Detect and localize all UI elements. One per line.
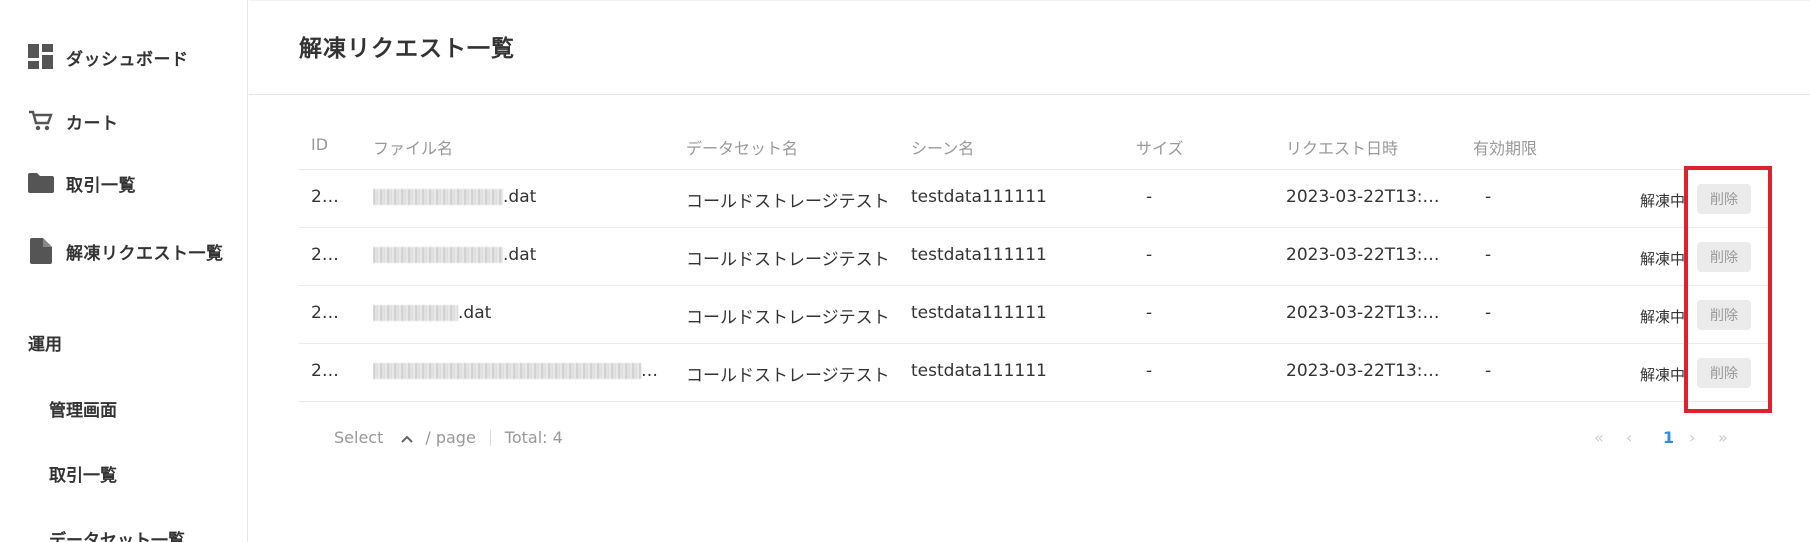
delete-button[interactable]: 削除 [1697,242,1751,272]
sidebar-item-dashboard[interactable]: ダッシュボード [28,42,189,72]
cell-filename: .dat [373,187,536,207]
cell-filename: … [373,361,658,381]
page-title: 解凍リクエスト一覧 [299,36,515,62]
cell-requested-at: 2023-03-22T13:… [1286,303,1440,323]
cell-dataset: コールドストレージテスト [686,366,890,386]
status-badge: 解凍中 [1640,308,1686,326]
sidebar-subitem-transactions[interactable]: 取引一覧 [49,461,117,486]
cell-size: - [1146,361,1153,381]
filename-suffix: .dat [503,187,537,207]
cell-scene: testdata111111 [911,361,1047,381]
page-header: 解凍リクエスト一覧 [249,0,1810,95]
sidebar-item-label: 解凍リクエスト一覧 [66,243,224,264]
sidebar-subitem-datasets[interactable]: データセット一覧 [49,526,185,542]
redacted-filename [373,247,503,263]
chevron-up-icon [401,428,414,447]
cell-filename: .dat [373,245,536,265]
column-header-filename[interactable]: ファイル名 [373,135,453,159]
cell-size: - [1146,187,1153,207]
sidebar-item-cart[interactable]: カート [28,106,119,136]
filename-suffix: .dat [458,303,492,323]
cell-scene: testdata111111 [911,303,1047,323]
requests-table: ID ファイル名 データセット名 シーン名 サイズ リクエスト日時 有効期限 2… [299,125,1769,402]
cell-scene: testdata111111 [911,187,1047,207]
filename-suffix: .dat [503,245,537,265]
column-header-id[interactable]: ID [311,135,328,154]
cell-dataset: コールドストレージテスト [686,192,890,212]
sidebar-item-label: カート [66,113,119,134]
cell-id: 2… [311,303,339,323]
current-page[interactable]: 1 [1663,428,1674,447]
sidebar-section-title: 運用 [28,335,62,355]
status-badge: 解凍中 [1640,192,1686,210]
status-badge: 解凍中 [1640,366,1686,384]
cell-requested-at: 2023-03-22T13:… [1286,187,1440,207]
cell-expiry: - [1485,187,1492,207]
column-header-size[interactable]: サイズ [1136,135,1184,159]
sidebar-item-unfreeze-requests[interactable]: 解凍リクエスト一覧 [28,236,224,266]
cell-size: - [1146,303,1153,323]
column-header-requested-at[interactable]: リクエスト日時 [1286,135,1398,159]
delete-button[interactable]: 削除 [1697,300,1751,330]
total-count: Total: 4 [504,428,563,447]
delete-button[interactable]: 削除 [1697,358,1751,388]
sidebar-item-label: 取引一覧 [66,175,136,196]
redacted-filename [373,363,641,379]
cell-scene: testdata111111 [911,245,1047,265]
document-icon [28,238,54,264]
prev-page-icon[interactable]: ‹ [1626,428,1632,447]
column-header-dataset[interactable]: データセット名 [686,135,798,159]
cell-expiry: - [1485,361,1492,381]
main-content: 解凍リクエスト一覧 ID ファイル名 データセット名 シーン名 サイズ リクエス… [249,0,1810,542]
table-header: ID ファイル名 データセット名 シーン名 サイズ リクエスト日時 有効期限 [299,125,1769,170]
cell-requested-at: 2023-03-22T13:… [1286,245,1440,265]
folder-icon [28,170,54,196]
redacted-filename [373,189,503,205]
table-row: 2… … コールドストレージテスト testdata111111 - 2023-… [299,344,1769,402]
cart-icon [28,108,54,134]
sidebar-subitem-admin[interactable]: 管理画面 [49,396,117,421]
cell-id: 2… [311,187,339,207]
pagination-divider [489,429,491,446]
cell-expiry: - [1485,245,1492,265]
next-page-icon[interactable]: › [1689,428,1695,447]
dashboard-icon [28,44,54,70]
cell-id: 2… [311,245,339,265]
table-row: 2… .dat コールドストレージテスト testdata111111 - 20… [299,286,1769,344]
last-page-icon[interactable]: » [1718,428,1728,447]
cell-size: - [1146,245,1153,265]
cell-filename: .dat [373,303,491,323]
column-header-expiry[interactable]: 有効期限 [1473,135,1537,159]
redacted-filename [373,305,458,321]
sidebar-item-label: ダッシュボード [66,49,189,70]
page-size-select-label: Select [334,428,384,447]
cell-dataset: コールドストレージテスト [686,250,890,270]
filename-suffix: … [641,361,658,381]
cell-id: 2… [311,361,339,381]
sidebar: ダッシュボード カート 取引一覧 解凍リクエスト一覧 運用 管理画面 取引一覧 … [0,0,248,542]
sidebar-item-transactions[interactable]: 取引一覧 [28,168,136,198]
cell-expiry: - [1485,303,1492,323]
cell-dataset: コールドストレージテスト [686,308,890,328]
column-header-scene[interactable]: シーン名 [911,135,974,159]
table-row: 2… .dat コールドストレージテスト testdata111111 - 20… [299,228,1769,286]
status-badge: 解凍中 [1640,250,1686,268]
page-size-select[interactable]: Select / page [334,428,476,447]
cell-requested-at: 2023-03-22T13:… [1286,361,1440,381]
pagination-info: Select / page Total: 4 [334,428,563,447]
first-page-icon[interactable]: « [1594,428,1604,447]
per-page-label: / page [425,428,476,447]
table-row: 2… .dat コールドストレージテスト testdata111111 - 20… [299,170,1769,228]
delete-button[interactable]: 削除 [1697,184,1751,214]
